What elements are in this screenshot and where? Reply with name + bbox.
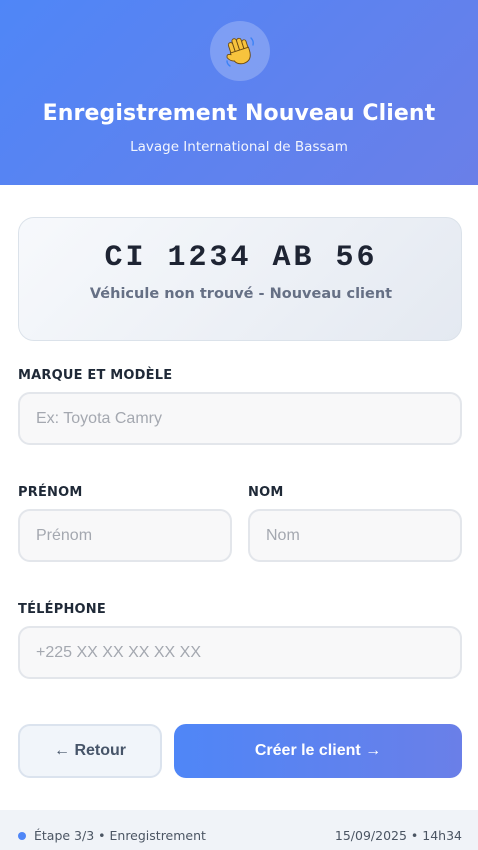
last-name-label: NOM [248,485,284,500]
header: Enregistrement Nouveau Client Lavage Int… [0,0,478,185]
step-indicator: Étape 3/3 • Enregistrement [18,828,206,843]
footer-datetime: 15/09/2025 • 14h34 [334,828,462,843]
page-title: Enregistrement Nouveau Client [42,101,436,126]
status-dot-icon [18,831,26,840]
first-name-label: PRÉNOM [18,485,83,500]
back-button[interactable]: ← Retour [18,724,162,778]
page-subtitle: Lavage International de Bassam [130,139,348,155]
header-icon-badge [210,21,270,81]
brand-model-label: MARQUE ET MODÈLE [18,368,173,383]
brand-model-input[interactable] [18,392,462,445]
license-plate-number: CI 1234 AB 56 [104,241,378,275]
last-name-input[interactable] [248,509,462,562]
create-client-button[interactable]: Créer le client → [174,724,462,778]
step-text: Étape 3/3 • Enregistrement [34,828,206,843]
vehicle-status-text: Véhicule non trouvé - Nouveau client [89,286,393,302]
license-plate-card: CI 1234 AB 56 Véhicule non trouvé - Nouv… [18,217,462,341]
waving-hand-icon [226,37,254,67]
phone-label: TÉLÉPHONE [18,602,106,617]
phone-input[interactable] [18,626,462,679]
status-footer: Étape 3/3 • Enregistrement 15/09/2025 • … [0,810,478,850]
first-name-input[interactable] [18,509,232,562]
